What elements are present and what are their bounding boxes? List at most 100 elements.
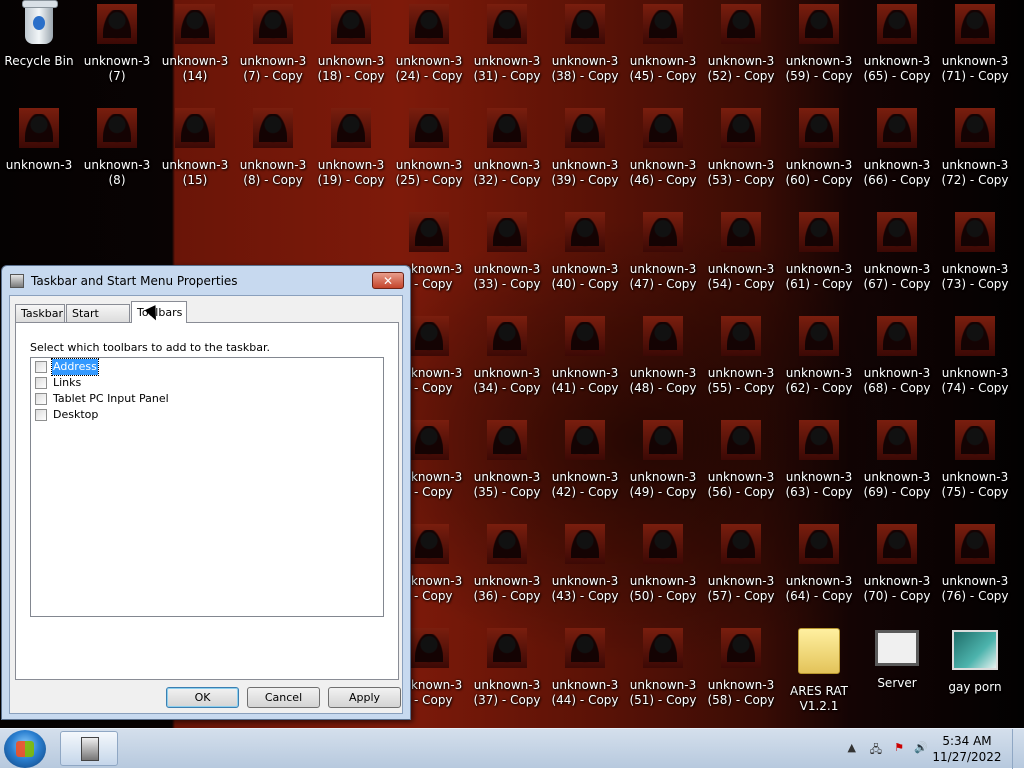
desktop-icon[interactable]: unknown-3 (39) - Copy (546, 104, 624, 208)
taskbar-item-taskbar-properties[interactable] (60, 731, 118, 766)
action-center-flag-icon[interactable]: ⚑ (894, 741, 904, 754)
desktop-icon[interactable]: unknown-3 (48) - Copy (624, 312, 702, 416)
desktop-icon[interactable]: unknown-3 (72) - Copy (936, 104, 1014, 208)
desktop-icon[interactable]: unknown-3 (18) - Copy (312, 0, 390, 104)
desktop-icon-label: unknown-3 (15) (161, 158, 229, 187)
desktop-icon[interactable]: unknown-3 (52) - Copy (702, 0, 780, 104)
desktop-icon[interactable]: unknown-3 (7) (78, 0, 156, 104)
desktop-icon[interactable]: unknown-3 (15) (156, 104, 234, 208)
desktop-icon[interactable]: unknown-3 (57) - Copy (702, 520, 780, 624)
desktop-icon[interactable]: unknown-3 (45) - Copy (624, 0, 702, 104)
desktop-icon[interactable]: unknown-3 (64) - Copy (780, 520, 858, 624)
image-file-icon (643, 628, 683, 668)
desktop-icon-label: unknown-3 (48) - Copy (629, 366, 697, 395)
desktop-icon[interactable]: unknown-3 (34) - Copy (468, 312, 546, 416)
desktop-icon[interactable]: unknown-3 (61) - Copy (780, 208, 858, 312)
network-icon[interactable]: 🖧 (870, 741, 882, 760)
desktop-icon[interactable]: unknown-3 (43) - Copy (546, 520, 624, 624)
desktop-icon[interactable]: unknown-3 (63) - Copy (780, 416, 858, 520)
desktop-icon[interactable]: unknown-3 (42) - Copy (546, 416, 624, 520)
desktop-icon[interactable]: unknown-3 (55) - Copy (702, 312, 780, 416)
desktop-icon[interactable]: unknown-3 (14) (156, 0, 234, 104)
tab-start-menu[interactable]: Start Menu (66, 304, 130, 338)
taskbar-properties-icon (81, 737, 99, 761)
desktop-icon[interactable]: unknown-3 (36) - Copy (468, 520, 546, 624)
desktop-icon[interactable]: unknown-3 (44) - Copy (546, 624, 624, 728)
tablet-pc-input-panel-checkbox[interactable] (35, 393, 47, 405)
desktop-icon[interactable]: unknown-3 (74) - Copy (936, 312, 1014, 416)
dialog-titlebar[interactable]: Taskbar and Start Menu Properties ✕ (2, 266, 410, 296)
desktop-icon-label: unknown-3 (19) - Copy (317, 158, 385, 187)
desktop-icon[interactable]: unknown-3 (59) - Copy (780, 0, 858, 104)
image-file-icon (799, 524, 839, 564)
image-file-icon (19, 108, 59, 148)
desktop-icon[interactable]: unknown-3 (67) - Copy (858, 208, 936, 312)
desktop-icon-label: unknown-3 (36) - Copy (473, 574, 541, 603)
close-button[interactable]: ✕ (372, 272, 404, 289)
desktop-icon[interactable]: unknown-3 (33) - Copy (468, 208, 546, 312)
desktop-icon[interactable]: unknown-3 (68) - Copy (858, 312, 936, 416)
tab-taskbar[interactable]: Taskbar (15, 304, 65, 322)
desktop-icon[interactable]: unknown-3 (73) - Copy (936, 208, 1014, 312)
desktop-icon[interactable]: unknown-3 (25) - Copy (390, 104, 468, 208)
volume-icon[interactable]: 🔊 (914, 741, 928, 754)
desktop-icon[interactable]: unknown-3 (71) - Copy (936, 0, 1014, 104)
desktop-icon[interactable]: unknown-3 (54) - Copy (702, 208, 780, 312)
desktop-icon[interactable]: unknown-3 (58) - Copy (702, 624, 780, 728)
desktop-icon[interactable]: unknown-3 (75) - Copy (936, 416, 1014, 520)
desktop-icon[interactable]: unknown-3 (49) - Copy (624, 416, 702, 520)
links-checkbox[interactable] (35, 377, 47, 389)
desktop-icon[interactable]: unknown-3 (0, 104, 78, 208)
desktop-icon[interactable]: unknown-3 (24) - Copy (390, 0, 468, 104)
desktop-icon[interactable]: unknown-3 (38) - Copy (546, 0, 624, 104)
desktop-icon[interactable]: unknown-3 (41) - Copy (546, 312, 624, 416)
desktop-icon[interactable]: unknown-3 (60) - Copy (780, 104, 858, 208)
cancel-button[interactable]: Cancel (247, 687, 320, 708)
desktop-icon[interactable]: unknown-3 (46) - Copy (624, 104, 702, 208)
chevron-up-icon[interactable]: ▲ (848, 741, 856, 754)
desktop-icon[interactable]: unknown-3 (66) - Copy (858, 104, 936, 208)
desktop-icon[interactable]: unknown-3 (70) - Copy (858, 520, 936, 624)
desktop-icon-label: unknown-3 (53) - Copy (707, 158, 775, 187)
desktop-icon[interactable]: unknown-3 (40) - Copy (546, 208, 624, 312)
clock-time[interactable]: 5:34 AM (932, 734, 1002, 748)
desktop-icon[interactable]: unknown-3 (76) - Copy (936, 520, 1014, 624)
desktop-icon-label: unknown-3 (33) - Copy (473, 262, 541, 291)
image-file-icon (487, 628, 527, 668)
desktop-icon[interactable]: unknown-3 (31) - Copy (468, 0, 546, 104)
desktop-icon-label: unknown-3 (18) - Copy (317, 54, 385, 83)
desktop-icon[interactable]: unknown-3 (35) - Copy (468, 416, 546, 520)
toolbars-list[interactable]: Address Links Tablet PC Input Panel Desk… (30, 357, 384, 617)
desktop-icon[interactable]: Server (858, 624, 936, 728)
desktop-icon-label: unknown-3 (39) - Copy (551, 158, 619, 187)
image-file-icon (565, 4, 605, 44)
image-file-icon (877, 524, 917, 564)
desktop-icon[interactable]: unknown-3 (19) - Copy (312, 104, 390, 208)
address-checkbox[interactable] (35, 361, 47, 373)
desktop-icon[interactable]: unknown-3 (8) (78, 104, 156, 208)
desktop-icon[interactable]: unknown-3 (69) - Copy (858, 416, 936, 520)
ok-button[interactable]: OK (166, 687, 239, 708)
apply-button[interactable]: Apply (328, 687, 401, 708)
desktop-icon[interactable]: unknown-3 (53) - Copy (702, 104, 780, 208)
desktop-icon[interactable]: unknown-3 (32) - Copy (468, 104, 546, 208)
desktop-icon[interactable]: unknown-3 (37) - Copy (468, 624, 546, 728)
desktop-icon[interactable]: unknown-3 (65) - Copy (858, 0, 936, 104)
show-desktop-button[interactable] (1012, 729, 1024, 769)
desktop-icon[interactable]: ARES RAT V1.2.1 (780, 624, 858, 728)
desktop-icon[interactable]: unknown-3 (56) - Copy (702, 416, 780, 520)
desktop-checkbox[interactable] (35, 409, 47, 421)
desktop-icon[interactable]: unknown-3 (50) - Copy (624, 520, 702, 624)
desktop-icon[interactable]: gay porn (936, 624, 1014, 728)
image-file-icon (487, 420, 527, 460)
desktop-icon[interactable]: unknown-3 (8) - Copy (234, 104, 312, 208)
desktop-icon[interactable]: unknown-3 (62) - Copy (780, 312, 858, 416)
desktop-icon[interactable]: unknown-3 (47) - Copy (624, 208, 702, 312)
desktop-icon[interactable]: unknown-3 (51) - Copy (624, 624, 702, 728)
clock-date[interactable]: 11/27/2022 (932, 750, 1002, 764)
image-file-icon (409, 212, 449, 252)
image-file-icon (643, 4, 683, 44)
desktop-icon[interactable]: Recycle Bin (0, 0, 78, 104)
desktop-icon[interactable]: unknown-3 (7) - Copy (234, 0, 312, 104)
start-button[interactable] (4, 730, 46, 768)
